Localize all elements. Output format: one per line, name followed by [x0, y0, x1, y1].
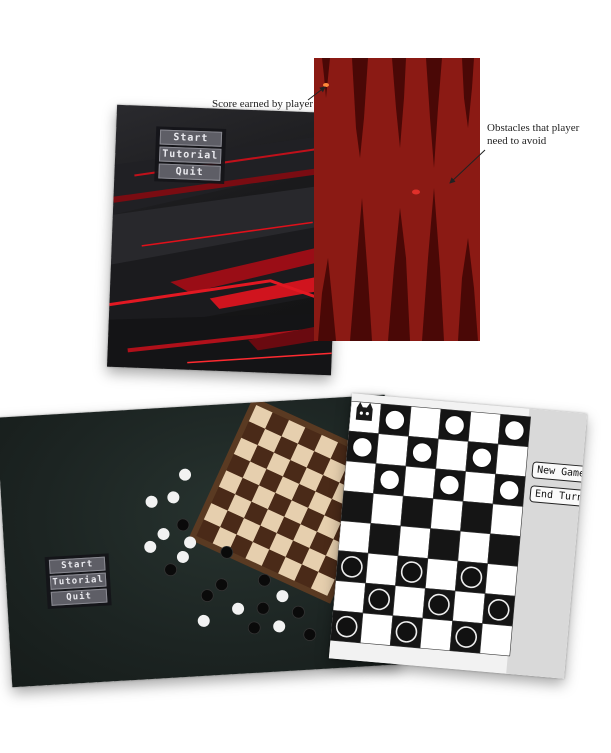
board-square	[419, 617, 453, 652]
white-piece	[503, 419, 526, 442]
board-square	[424, 558, 459, 592]
obstacle-playfield	[314, 58, 480, 341]
tutorial-button[interactable]: Tutorial	[49, 572, 107, 590]
start-button[interactable]: Start	[48, 556, 106, 574]
board-square	[340, 490, 374, 524]
white-piece	[384, 409, 406, 431]
board-square	[479, 623, 513, 657]
quit-button[interactable]: Quit	[50, 588, 108, 606]
main-menu: Start Tutorial Quit	[154, 126, 227, 184]
black-piece	[428, 593, 450, 616]
score-indicator	[323, 83, 329, 87]
obstacle-game-screenshot	[314, 58, 480, 341]
white-piece	[498, 479, 520, 502]
obstacles-annotation-line1: Obstacles that player	[487, 122, 580, 134]
board-square	[462, 471, 496, 505]
quit-button[interactable]: Quit	[158, 163, 221, 181]
white-piece	[438, 474, 461, 496]
board-square	[392, 585, 426, 619]
player-sprite	[412, 189, 420, 195]
white-piece	[351, 436, 374, 459]
board-square	[400, 495, 434, 529]
board-square	[359, 612, 394, 646]
board-square	[343, 460, 377, 494]
black-piece	[395, 621, 418, 643]
board-square	[435, 438, 469, 472]
black-piece	[341, 556, 363, 578]
black-piece	[487, 599, 510, 621]
sketch-checkers-board	[328, 393, 588, 679]
board-square	[427, 528, 461, 562]
white-piece	[378, 469, 401, 491]
board-square	[487, 533, 521, 567]
board-square	[397, 525, 431, 559]
board-square	[408, 406, 442, 440]
board-square	[365, 552, 399, 587]
black-piece	[455, 626, 478, 648]
sketch-checkers-screenshot: New Game End Turn	[328, 393, 588, 679]
white-piece	[411, 441, 433, 464]
white-piece	[443, 414, 466, 437]
board-square	[375, 433, 409, 467]
board-square	[370, 493, 404, 527]
board-square	[467, 411, 502, 445]
board-square	[460, 500, 494, 535]
score-annotation: Score earned by player	[212, 98, 314, 110]
board-square	[430, 498, 464, 532]
start-button[interactable]: Start	[159, 129, 223, 147]
board-square	[402, 465, 437, 500]
black-piece	[368, 588, 390, 611]
tutorial-button[interactable]: Tutorial	[158, 146, 222, 164]
board-square	[495, 443, 529, 477]
red-menu-screenshot: Start Tutorial Quit	[107, 104, 341, 376]
board-square	[457, 530, 491, 565]
board-square	[337, 520, 372, 554]
black-piece	[335, 615, 358, 638]
obstacles-annotation-line2: need to avoid	[487, 135, 547, 147]
board-square	[332, 580, 366, 614]
board-square	[367, 523, 401, 557]
black-piece	[460, 566, 483, 589]
checkers-main-menu: Start Tutorial Quit	[44, 553, 112, 610]
board-square	[489, 503, 524, 537]
black-piece	[400, 561, 423, 583]
board-square	[484, 563, 518, 597]
board-square	[452, 590, 486, 624]
white-piece	[471, 446, 493, 469]
